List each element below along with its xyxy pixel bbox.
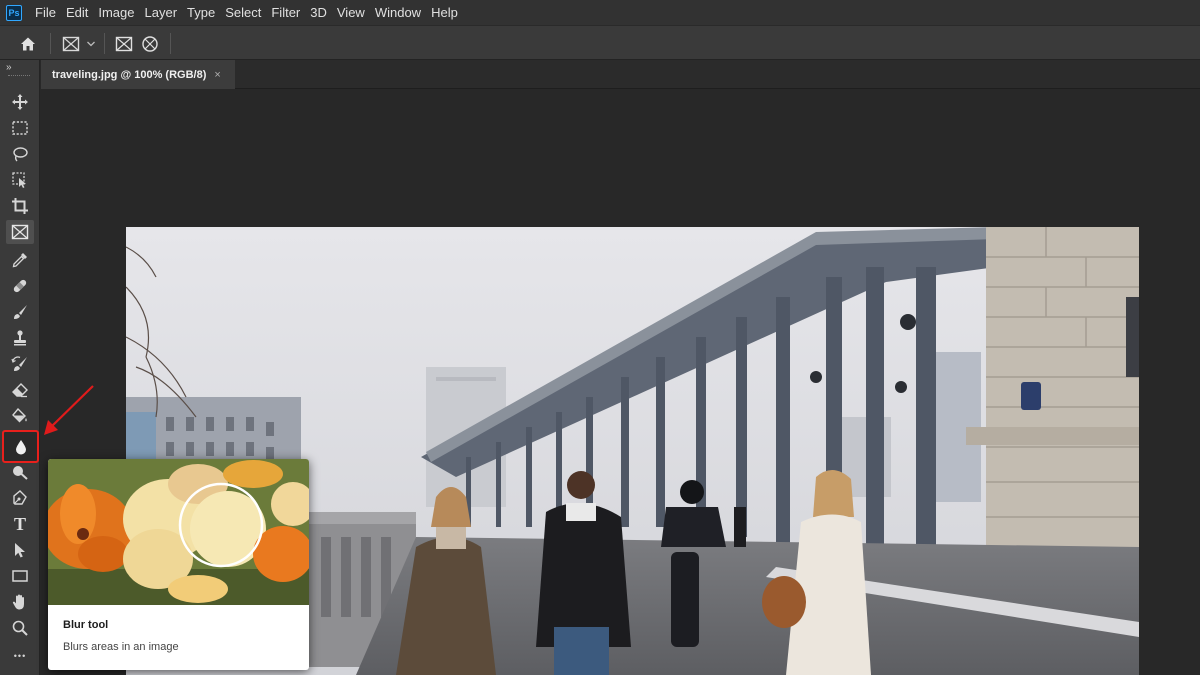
history-brush-icon xyxy=(11,356,27,371)
lasso-icon xyxy=(13,147,28,162)
options-separator xyxy=(170,33,171,54)
menu-file[interactable]: File xyxy=(30,0,61,25)
frame-preset-button[interactable] xyxy=(58,26,84,61)
document-tab[interactable]: traveling.jpg @ 100% (RGB/8) × xyxy=(41,60,235,89)
path-selection-tool[interactable] xyxy=(6,538,34,562)
home-button[interactable] xyxy=(12,26,44,61)
zoom-tool[interactable] xyxy=(6,616,34,640)
options-bar xyxy=(0,25,1200,60)
menu-layer[interactable]: Layer xyxy=(140,0,183,25)
menu-edit[interactable]: Edit xyxy=(61,0,93,25)
frame-ellipse-icon xyxy=(142,35,158,52)
droplet-icon xyxy=(15,439,26,454)
marquee-tool[interactable] xyxy=(6,116,34,140)
zoom-icon xyxy=(12,620,28,636)
arrow-pointer-icon xyxy=(15,543,25,558)
bandage-icon xyxy=(13,279,27,293)
tooltip-description: Blurs areas in an image xyxy=(63,641,179,653)
lasso-tool[interactable] xyxy=(6,142,34,166)
rectangular-frame-button[interactable] xyxy=(112,26,136,61)
photoshop-logo: Ps xyxy=(6,4,22,21)
annotation-arrow xyxy=(44,385,94,435)
move-tool[interactable] xyxy=(6,90,34,114)
blur-tool[interactable] xyxy=(2,430,39,463)
collapse-panel-button[interactable]: » xyxy=(6,62,11,73)
crop-icon xyxy=(12,198,28,214)
type-tool[interactable]: T xyxy=(6,512,34,536)
ellipsis-icon: ••• xyxy=(13,651,27,661)
brush-tool[interactable] xyxy=(6,300,34,324)
brush-icon xyxy=(14,305,27,319)
marquee-icon xyxy=(12,121,28,135)
pen-tool[interactable] xyxy=(6,486,34,510)
close-icon[interactable]: × xyxy=(214,69,220,81)
menu-window[interactable]: Window xyxy=(370,0,426,25)
object-selection-icon xyxy=(12,172,26,188)
type-icon: T xyxy=(13,513,26,534)
frame-rect-icon xyxy=(115,36,133,51)
tools-panel: » T ••• xyxy=(0,60,40,675)
dodge-icon xyxy=(13,466,28,480)
tool-tooltip: Blur tool Blurs areas in an image xyxy=(48,459,309,670)
object-selection-tool[interactable] xyxy=(6,168,34,192)
stamp-icon xyxy=(14,330,26,346)
options-separator xyxy=(104,33,105,54)
more-tools-button[interactable]: ••• xyxy=(6,644,34,668)
frame-icon xyxy=(11,224,29,240)
chevron-down-icon xyxy=(87,41,95,46)
frame-preset-dropdown[interactable] xyxy=(84,26,98,61)
tooltip-preview-image xyxy=(48,459,309,605)
panel-grip[interactable] xyxy=(8,75,30,76)
home-icon xyxy=(21,37,35,50)
elliptical-frame-button[interactable] xyxy=(138,26,162,61)
pen-icon xyxy=(13,490,27,505)
tooltip-title: Blur tool xyxy=(63,619,109,631)
frame-tool[interactable] xyxy=(6,220,34,244)
menu-select[interactable]: Select xyxy=(220,0,266,25)
eyedropper-icon xyxy=(12,253,27,268)
history-brush-tool[interactable] xyxy=(6,352,34,376)
dodge-tool[interactable] xyxy=(6,460,34,484)
healing-brush-tool[interactable] xyxy=(6,274,34,298)
menu-filter[interactable]: Filter xyxy=(266,0,305,25)
menu-view[interactable]: View xyxy=(332,0,370,25)
document-tab-label: traveling.jpg @ 100% (RGB/8) xyxy=(52,68,207,81)
hand-tool[interactable] xyxy=(6,590,34,614)
menu-3d[interactable]: 3D xyxy=(305,0,332,25)
menu-image[interactable]: Image xyxy=(93,0,139,25)
menu-type[interactable]: Type xyxy=(182,0,220,25)
document-tab-bar: traveling.jpg @ 100% (RGB/8) × xyxy=(41,60,1200,89)
clone-stamp-tool[interactable] xyxy=(6,326,34,350)
eraser-tool[interactable] xyxy=(6,378,34,402)
paint-bucket-tool[interactable] xyxy=(6,404,34,428)
hand-icon xyxy=(12,594,24,610)
options-separator xyxy=(50,33,51,54)
rectangle-tool[interactable] xyxy=(6,564,34,588)
menu-bar: Ps File Edit Image Layer Type Select Fil… xyxy=(0,0,1200,25)
eraser-icon xyxy=(12,383,28,398)
crop-tool[interactable] xyxy=(6,194,34,218)
eyedropper-tool[interactable] xyxy=(6,248,34,272)
menu-help[interactable]: Help xyxy=(426,0,463,25)
photoshop-window: Ps File Edit Image Layer Type Select Fil… xyxy=(0,0,1200,675)
move-icon xyxy=(12,94,28,110)
rectangle-icon xyxy=(12,570,28,582)
frame-rect-icon xyxy=(62,36,80,51)
paint-bucket-icon xyxy=(12,407,27,423)
